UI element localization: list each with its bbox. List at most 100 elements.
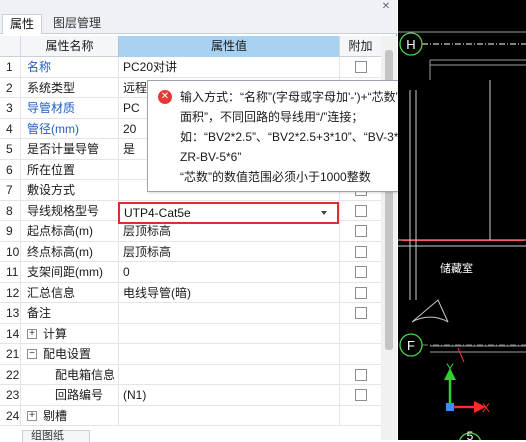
attach-cell	[339, 262, 381, 282]
row-number: 24	[6, 408, 20, 423]
row-number: 9	[6, 224, 13, 238]
ucs-y-label: Y	[446, 361, 454, 375]
property-name: 管径(mm)	[20, 118, 118, 139]
property-name: 名称	[20, 57, 118, 77]
attach-cell	[339, 221, 381, 241]
property-value[interactable]: PC20对讲	[118, 57, 339, 77]
property-name: 起点标高(m)	[20, 221, 118, 241]
attach-checkbox[interactable]	[355, 266, 367, 278]
group-row-calculation[interactable]: 14 + 计算	[0, 323, 381, 344]
property-name: 配电箱信息	[20, 364, 118, 385]
attach-checkbox[interactable]	[355, 204, 367, 217]
column-header-name: 属性名称	[20, 36, 118, 57]
property-name: 导线规格型号	[20, 200, 118, 221]
bottom-tab[interactable]: 组图纸	[22, 430, 90, 442]
tab-layer-management[interactable]: 图层管理	[46, 14, 108, 34]
property-value[interactable]: 0	[118, 262, 339, 282]
attach-checkbox[interactable]	[355, 286, 367, 299]
column-header-attach: 附加	[339, 36, 381, 57]
group-cell: − 配电设置	[20, 344, 118, 364]
row-number: 8	[6, 203, 13, 218]
room-label: 储藏室	[440, 261, 473, 275]
property-name: 终点标高(m)	[20, 241, 118, 262]
row-number: 12	[6, 285, 20, 300]
table-row[interactable]: 10 终点标高(m) 层顶标高	[0, 241, 381, 262]
pin-icon[interactable]: ✕	[380, 1, 392, 13]
attach-cell	[339, 323, 381, 344]
attach-cell	[339, 282, 381, 303]
attach-cell	[339, 405, 381, 426]
expand-icon[interactable]: +	[27, 328, 37, 339]
table-row[interactable]: 22 配电箱信息	[0, 364, 381, 385]
property-panel: 属性 图层管理 ✕ 属性名称 属性值 附加 1 名称 PC20对讲 2 系统类型…	[0, 0, 397, 442]
grid-label-5: 5	[467, 429, 474, 440]
row-number: 23	[6, 388, 20, 402]
property-name: 回路编号	[20, 385, 118, 405]
property-name: 汇总信息	[20, 282, 118, 303]
collapse-icon[interactable]: −	[27, 349, 37, 359]
wire-spec-value[interactable]: UTP4-Cat5e	[124, 204, 191, 222]
wire-spec-dropdown[interactable]: UTP4-Cat5e	[118, 202, 339, 224]
attach-checkbox[interactable]	[355, 389, 367, 401]
column-header-value[interactable]: 属性值	[118, 36, 339, 57]
tooltip-line: 面积”，不同回路的导线用“/”连接；	[180, 110, 364, 124]
tooltip-line: “芯数”的数值范围必须小于1000整数	[180, 170, 371, 184]
ucs-x-label: X	[482, 401, 490, 415]
row-number: 6	[6, 162, 13, 177]
group-label: 配电设置	[43, 347, 92, 361]
attach-checkbox[interactable]	[355, 61, 367, 73]
group-row-groove[interactable]: 24 + 剔槽	[0, 405, 381, 426]
row-number: 14	[6, 326, 20, 341]
row-number: 5	[6, 142, 13, 156]
row-number: 13	[6, 306, 20, 320]
row-number: 10	[6, 244, 20, 259]
row-number: 4	[6, 121, 13, 136]
attach-checkbox[interactable]	[355, 225, 367, 237]
property-value[interactable]: 层顶标高	[118, 221, 339, 241]
group-label: 剔槽	[43, 408, 68, 423]
attach-checkbox[interactable]	[355, 245, 367, 258]
property-name: 支架间距(mm)	[20, 262, 118, 282]
tooltip-line: ZR-BV-5*6”	[180, 150, 242, 164]
tab-properties[interactable]: 属性	[2, 14, 43, 34]
table-row[interactable]: 9 起点标高(m) 层顶标高	[0, 221, 381, 242]
attach-checkbox[interactable]	[355, 307, 367, 319]
group-cell: + 计算	[20, 323, 118, 344]
property-name: 导管材质	[20, 98, 118, 118]
property-value[interactable]: 层顶标高	[118, 241, 339, 262]
table-row[interactable]: 12 汇总信息 电线导管(暗)	[0, 282, 381, 303]
table-row[interactable]: 11 支架间距(mm) 0	[0, 262, 381, 283]
table-row[interactable]: 23 回路编号 (N1)	[0, 385, 381, 406]
row-number: 2	[6, 80, 13, 95]
attach-checkbox[interactable]	[355, 368, 367, 381]
row-number: 1	[6, 60, 13, 74]
chevron-down-icon[interactable]	[321, 211, 327, 215]
grid-label-f: F	[407, 338, 415, 353]
property-name: 敷设方式	[20, 180, 118, 200]
cad-canvas[interactable]: H 储藏室 F 5 Y X	[398, 0, 526, 440]
expand-icon[interactable]: +	[27, 410, 37, 421]
property-name: 系统类型	[20, 77, 118, 98]
attach-cell	[339, 200, 381, 221]
property-name: 是否计量导管	[20, 139, 118, 159]
property-name: 备注	[20, 303, 118, 323]
row-number: 11	[6, 265, 19, 279]
property-value	[118, 344, 339, 364]
group-row-distribution[interactable]: 21 − 配电设置	[0, 344, 381, 365]
table-row[interactable]: 1 名称 PC20对讲	[0, 57, 381, 78]
attach-cell	[339, 344, 381, 364]
property-value[interactable]: (N1)	[118, 385, 339, 405]
property-value[interactable]: 电线导管(暗)	[118, 282, 339, 303]
property-value[interactable]	[118, 364, 339, 385]
property-value[interactable]	[118, 303, 339, 323]
cad-drawing: H 储藏室 F 5 Y X	[398, 31, 526, 440]
attach-cell	[339, 57, 381, 77]
grid-label-h: H	[406, 37, 415, 52]
property-value	[118, 323, 339, 344]
ucs-origin	[446, 403, 454, 411]
row-number: 3	[6, 101, 13, 115]
attach-cell	[339, 364, 381, 385]
error-icon: ✕	[158, 90, 172, 104]
table-row[interactable]: 13 备注	[0, 303, 381, 324]
group-cell: + 剔槽	[20, 405, 118, 426]
